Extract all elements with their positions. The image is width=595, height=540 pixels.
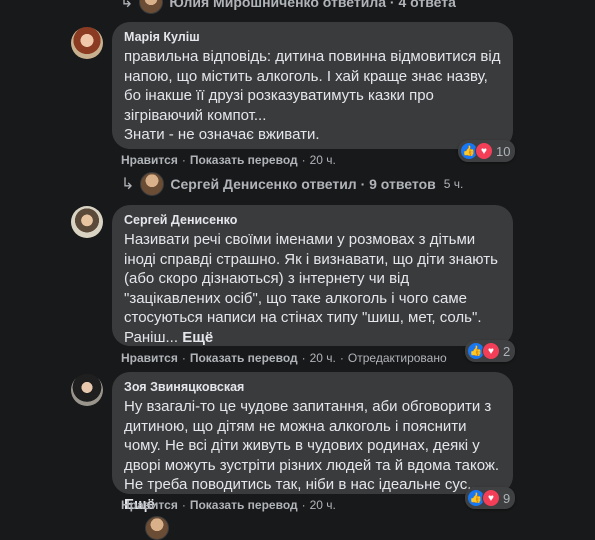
comment-line: зігріваючий компот...: [124, 106, 267, 124]
comment-line: (або скоро дізнаються) з інтернету чи ві…: [124, 270, 410, 287]
avatar[interactable]: [71, 374, 103, 406]
timestamp[interactable]: 20 ч.: [310, 153, 336, 167]
comment-actions: Нравится · Показать перевод · 20 ч. · От…: [121, 351, 447, 365]
avatar: [140, 172, 165, 196]
replies-link[interactable]: ↳ Сергей Денисенко ответил · 9 ответов 5…: [121, 172, 463, 196]
translate-button[interactable]: Показать перевод: [190, 351, 298, 365]
comment-text: Ну взагалі-то це чудове запитання, аби о…: [124, 397, 501, 514]
timestamp[interactable]: 20 ч.: [310, 351, 336, 365]
like-button[interactable]: Нравится: [121, 498, 178, 512]
reaction-count: 9: [503, 490, 511, 506]
separator: ·: [181, 351, 186, 365]
translate-button[interactable]: Показать перевод: [190, 498, 298, 512]
comment-line: напою, що містить алкоголь. І хай краще …: [124, 67, 488, 85]
comment-line: Ну взагалі-то це чудове запитання, аби о…: [124, 398, 492, 415]
comment-author[interactable]: Зоя Звиняцковская: [124, 380, 501, 394]
like-button[interactable]: Нравится: [121, 153, 178, 167]
comment-bubble: Сергей Денисенко Називати речі своїми ім…: [112, 205, 513, 346]
separator: ·: [181, 153, 186, 167]
replies-link-text: Юлия Мирошниченко ответила · 4 ответа: [169, 0, 456, 10]
edited-label[interactable]: Отредактировано: [348, 351, 447, 365]
translate-button[interactable]: Показать перевод: [190, 153, 298, 167]
like-button[interactable]: Нравится: [121, 351, 178, 365]
avatar[interactable]: [71, 206, 103, 238]
comment-line: дворі можуть зустріти різних людей та й …: [124, 456, 500, 474]
reaction-summary[interactable]: 👍 ♥ 9: [465, 487, 516, 509]
separator: ·: [339, 351, 344, 365]
comment-line: бо інакше її друзі розказуватимуть казки…: [124, 87, 434, 104]
comment-text: Називати речі своїми іменами у розмовах …: [124, 230, 501, 347]
comment-line: дитиною, що дітям не можна алкоголь і по…: [124, 417, 467, 435]
separator: ·: [301, 153, 306, 167]
comment-line: "зацікавлених осіб", що таке алкоголь і …: [124, 289, 468, 307]
comment-actions: Нравится · Показать перевод · 20 ч.: [121, 153, 336, 167]
see-more-link[interactable]: Ещё: [182, 329, 213, 346]
reaction-summary[interactable]: 👍 ♥ 10: [458, 140, 516, 162]
comment-line: Називати речі своїми іменами у розмовах …: [124, 231, 476, 248]
love-icon: ♥: [482, 342, 500, 360]
comment-author[interactable]: Сергей Денисенко: [124, 213, 501, 227]
avatar[interactable]: [71, 27, 103, 59]
comment-bubble: Зоя Звиняцковская Ну взагалі-то це чудов…: [112, 372, 513, 513]
replies-link-text: Сергей Денисенко ответил · 9 ответов: [170, 176, 436, 192]
timestamp[interactable]: 20 ч.: [310, 498, 336, 512]
comment-line: Знати - не означає вживати.: [124, 126, 320, 143]
reaction-count: 10: [496, 143, 511, 159]
avatar: [139, 0, 164, 14]
replies-link-top[interactable]: ↳ Юлия Мирошниченко ответила · 4 ответа: [120, 0, 456, 14]
avatar: [145, 516, 169, 540]
love-icon: ♥: [475, 142, 493, 160]
comment-line: стосуються написи на стінах типу "шиш, м…: [124, 309, 482, 326]
comment-text: правильна відповідь: дитина повинна відм…: [124, 47, 501, 145]
reply-arrow-icon: ↳: [120, 0, 134, 11]
separator: ·: [301, 498, 306, 512]
comment-line: Раніш... Ещё: [124, 328, 501, 348]
separator: ·: [301, 351, 306, 365]
comment-line: чому. Не всі діти живуть в чудових родин…: [124, 437, 480, 454]
comment-bubble: Марія Куліш правильна відповідь: дитина …: [112, 22, 513, 149]
comment-author[interactable]: Марія Куліш: [124, 30, 501, 44]
comment-line-text: Раніш...: [124, 328, 179, 346]
separator: ·: [181, 498, 186, 512]
comment-actions: Нравится · Показать перевод · 20 ч.: [121, 498, 336, 512]
comment-line: іноді справді страшно. Як і визнавати, щ…: [124, 250, 498, 268]
comment-line: правильна відповідь: дитина повинна відм…: [124, 48, 501, 65]
comment-line-text: Не треба поводитись так, ніби в нас ідеа…: [124, 476, 480, 493]
reply-arrow-icon: ↳: [121, 176, 135, 193]
reaction-count: 2: [503, 343, 511, 359]
love-icon: ♥: [482, 489, 500, 507]
reaction-summary[interactable]: 👍 ♥ 2: [465, 340, 516, 362]
replies-link-time: 5 ч.: [443, 177, 464, 191]
